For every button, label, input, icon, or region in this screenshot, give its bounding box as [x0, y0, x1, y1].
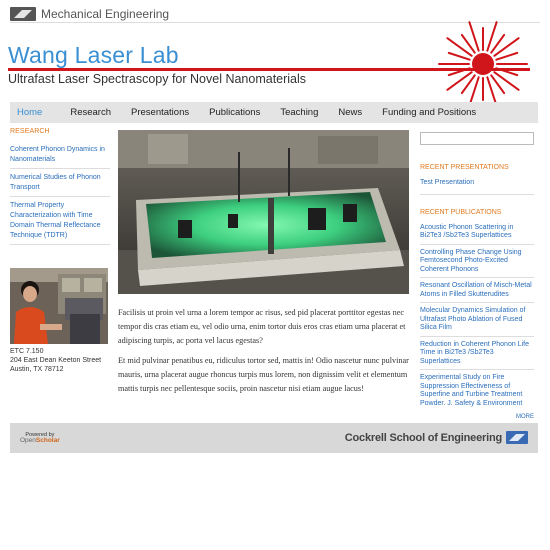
intro-paragraph-2: Et mid pulvinar penatibus eu, ridiculus …	[118, 356, 409, 393]
site-subtitle: Ultrafast Laser Spectrascopy for Novel N…	[8, 72, 307, 86]
address-line-2: 204 East Dean Keeton Street	[10, 357, 102, 364]
department-link[interactable]: Mechanical Engineering	[41, 7, 169, 21]
presentation-item[interactable]: Test Presentation	[420, 175, 534, 195]
main-nav: Home Research Presentations Publications…	[10, 102, 538, 123]
address-line-3: Austin, TX 78712	[10, 366, 64, 373]
publication-item[interactable]: Experimental Study on Fire Suppression E…	[420, 370, 534, 411]
site-title[interactable]: Wang Laser Lab	[8, 42, 179, 69]
nav-news[interactable]: News	[328, 102, 372, 123]
openscholar-logo: OpenScholar	[20, 437, 60, 444]
researcher-photo	[10, 268, 108, 344]
publication-item[interactable]: Molecular Dynamics Simulation of Ultrafa…	[420, 303, 534, 337]
publication-item[interactable]: Reduction in Coherent Phonon Life Time i…	[420, 337, 534, 370]
nav-home[interactable]: Home	[10, 102, 60, 123]
ut-tower-logo-icon[interactable]	[10, 7, 36, 21]
nav-research[interactable]: Research	[60, 102, 121, 123]
search-input[interactable]	[420, 132, 534, 145]
powered-by-openscholar[interactable]: Powered by OpenScholar	[20, 432, 60, 444]
more-publications-link[interactable]: MORE	[420, 414, 534, 420]
nav-presentations[interactable]: Presentations	[121, 102, 199, 123]
publication-item[interactable]: Acoustic Phonon Scattering in Bi2Te3 /Sb…	[420, 220, 534, 245]
lab-address: ETC 7.150 204 East Dean Keeton Street Au…	[10, 347, 101, 374]
sidebar-item-tdtr[interactable]: Thermal Property Characterization with T…	[10, 197, 110, 245]
lab-equipment-photo	[118, 130, 409, 294]
nav-teaching[interactable]: Teaching	[270, 102, 328, 123]
sidebar-item-coherent-phonon[interactable]: Coherent Phonon Dynamics in Nanomaterial…	[10, 141, 110, 169]
address-line-1: ETC 7.150	[10, 348, 44, 355]
site-footer: Powered by OpenScholar Cockrell School o…	[10, 423, 538, 453]
recent-publications-heading: RECENT PUBLICATIONS	[420, 208, 502, 216]
ut-tower-footer-icon	[506, 431, 528, 444]
nav-funding-and-positions[interactable]: Funding and Positions	[372, 102, 486, 123]
publication-item[interactable]: Resonant Oscillation of Misch-Metal Atom…	[420, 278, 534, 303]
publication-item[interactable]: Controlling Phase Change Using Femtoseco…	[420, 245, 534, 278]
cockrell-school-link[interactable]: Cockrell School of Engineering	[345, 432, 502, 444]
intro-paragraph-1: Facilisis ut proin vel urna a lorem temp…	[118, 308, 406, 345]
nav-publications[interactable]: Publications	[199, 102, 270, 123]
recent-presentations-heading: RECENT PRESENTATIONS	[420, 164, 509, 171]
research-heading: RESEARCH	[10, 128, 50, 135]
laser-burst-logo-icon	[438, 21, 528, 107]
right-sidebar: RECENT PRESENTATIONS Test Presentation R…	[420, 130, 534, 420]
sidebar-item-phonon-transport[interactable]: Numerical Studies of Phonon Transport	[10, 169, 110, 197]
research-sidebar: RESEARCH Coherent Phonon Dynamics in Nan…	[10, 128, 110, 245]
